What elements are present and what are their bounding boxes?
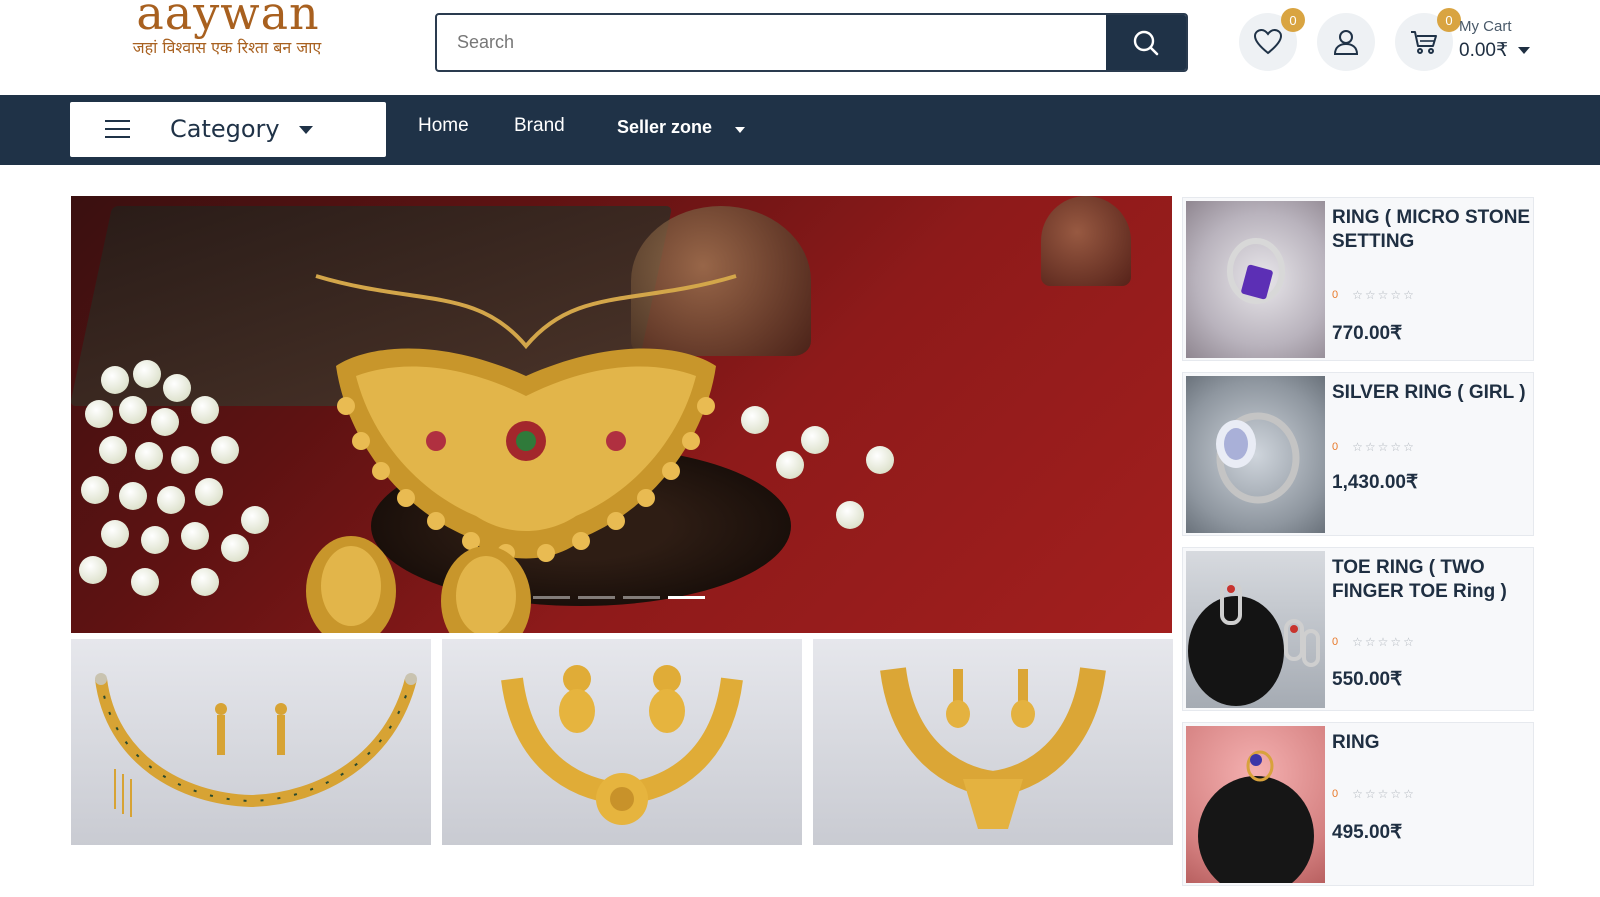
star-icon: ☆☆☆☆☆ bbox=[1352, 440, 1416, 454]
promo-banner-necklace-3[interactable] bbox=[813, 639, 1173, 845]
product-name[interactable]: RING bbox=[1332, 731, 1532, 755]
product-price: 495.00₹ bbox=[1332, 822, 1403, 843]
site-logo[interactable]: aaywan जहां विश्वास एक रिश्ता बन जाए bbox=[68, 0, 386, 108]
promo-banner-necklace-2[interactable] bbox=[442, 639, 802, 845]
site-header: aaywan जहां विश्वास एक रिश्ता बन जाए 0 bbox=[0, 0, 1600, 108]
necklace-image bbox=[95, 673, 417, 817]
star-icon: ☆☆☆☆☆ bbox=[1352, 288, 1416, 302]
logo-tagline: जहां विश्वास एक रिश्ता बन जाए bbox=[132, 38, 322, 57]
product-card[interactable]: SILVER RING ( GIRL ) 0 ☆☆☆☆☆ 1,430.00₹ bbox=[1182, 372, 1534, 536]
product-image[interactable] bbox=[1186, 726, 1325, 883]
hero-dot-active[interactable] bbox=[668, 596, 705, 599]
product-price: 770.00₹ bbox=[1332, 323, 1403, 344]
main-navbar: Category Home Brand Seller zone bbox=[0, 95, 1600, 165]
product-rating: 0 ☆☆☆☆☆ bbox=[1332, 288, 1416, 302]
nav-link-brand[interactable]: Brand bbox=[514, 115, 565, 137]
product-card[interactable]: RING ( MICRO STONE SETTING 0 ☆☆☆☆☆ 770.0… bbox=[1182, 197, 1534, 361]
star-icon: ☆☆☆☆☆ bbox=[1352, 635, 1416, 649]
hero-jasmine-flowers bbox=[71, 356, 301, 633]
product-image[interactable] bbox=[1186, 201, 1325, 358]
hero-brass-bell bbox=[1041, 196, 1131, 286]
category-label: Category bbox=[170, 115, 280, 143]
search-bar bbox=[435, 13, 1188, 72]
cart-total: 0.00₹ bbox=[1459, 40, 1509, 61]
heart-icon bbox=[1254, 29, 1282, 55]
hero-dot[interactable] bbox=[623, 596, 660, 599]
product-card[interactable]: RING 0 ☆☆☆☆☆ 495.00₹ bbox=[1182, 722, 1534, 886]
hero-pagination bbox=[533, 596, 705, 599]
hamburger-icon bbox=[105, 120, 130, 138]
loose-flower bbox=[801, 426, 829, 454]
product-price: 550.00₹ bbox=[1332, 669, 1403, 690]
account-button[interactable] bbox=[1317, 13, 1375, 71]
chevron-down-icon bbox=[1518, 47, 1531, 54]
category-dropdown-button[interactable]: Category bbox=[70, 102, 386, 157]
cart-count-badge: 0 bbox=[1437, 8, 1461, 32]
cart-button[interactable]: 0 bbox=[1395, 8, 1461, 71]
product-rating: 0 ☆☆☆☆☆ bbox=[1332, 635, 1416, 649]
user-icon bbox=[1333, 30, 1359, 55]
wishlist-button[interactable]: 0 bbox=[1239, 8, 1305, 71]
product-image[interactable] bbox=[1186, 376, 1325, 533]
nav-link-seller-zone[interactable]: Seller zone bbox=[617, 117, 712, 138]
promo-banner-necklace-1[interactable] bbox=[71, 639, 431, 845]
featured-product-list: RING ( MICRO STONE SETTING 0 ☆☆☆☆☆ 770.0… bbox=[1182, 196, 1534, 886]
search-input[interactable] bbox=[437, 15, 1105, 70]
search-button[interactable] bbox=[1106, 15, 1186, 70]
rating-count: 0 bbox=[1332, 441, 1339, 453]
cart-summary[interactable]: My Cart 0.00₹ bbox=[1459, 18, 1579, 62]
cart-total-row: 0.00₹ bbox=[1459, 39, 1579, 62]
chevron-down-icon[interactable] bbox=[735, 127, 745, 133]
hero-dot[interactable] bbox=[578, 596, 615, 599]
rating-count: 0 bbox=[1332, 788, 1339, 800]
nav-link-home[interactable]: Home bbox=[418, 115, 469, 137]
search-icon bbox=[1133, 30, 1159, 55]
cart-label: My Cart bbox=[1459, 18, 1512, 35]
rating-count: 0 bbox=[1332, 289, 1339, 301]
loose-flower bbox=[776, 451, 804, 479]
product-rating: 0 ☆☆☆☆☆ bbox=[1332, 440, 1416, 454]
hero-dot[interactable] bbox=[533, 596, 570, 599]
necklace-image bbox=[880, 667, 1106, 829]
rating-count: 0 bbox=[1332, 636, 1339, 648]
product-price: 1,430.00₹ bbox=[1332, 472, 1419, 493]
necklace-image bbox=[501, 665, 743, 825]
star-icon: ☆☆☆☆☆ bbox=[1352, 787, 1416, 801]
loose-flower bbox=[866, 446, 894, 474]
hero-slider[interactable] bbox=[71, 196, 1172, 633]
product-name[interactable]: SILVER RING ( GIRL ) bbox=[1332, 381, 1532, 405]
hero-gold-necklace bbox=[306, 274, 737, 633]
product-image[interactable] bbox=[1186, 551, 1325, 708]
chevron-down-icon bbox=[299, 126, 313, 134]
product-name[interactable]: RING ( MICRO STONE SETTING bbox=[1332, 206, 1532, 254]
cart-icon bbox=[1411, 31, 1437, 54]
wishlist-count-badge: 0 bbox=[1281, 8, 1305, 32]
loose-flower bbox=[836, 501, 864, 529]
product-name[interactable]: TOE RING ( TWO FINGER TOE Ring ) bbox=[1332, 556, 1532, 604]
logo-wordmark: aaywan bbox=[136, 0, 320, 40]
product-rating: 0 ☆☆☆☆☆ bbox=[1332, 787, 1416, 801]
product-card[interactable]: TOE RING ( TWO FINGER TOE Ring ) 0 ☆☆☆☆☆… bbox=[1182, 547, 1534, 711]
